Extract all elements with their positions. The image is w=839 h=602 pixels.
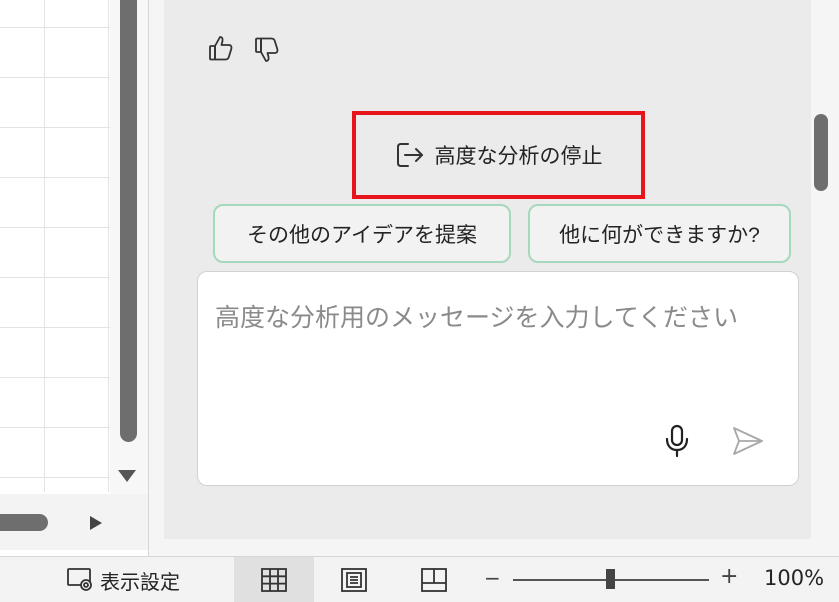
zoom-in-button[interactable]: + [720, 564, 738, 589]
grid-column-line [108, 0, 109, 492]
grid-row-line [0, 327, 110, 328]
microphone-button[interactable] [662, 423, 692, 459]
grid-row-line [0, 377, 110, 378]
zoom-slider-thumb[interactable] [606, 569, 615, 589]
page-layout-icon [341, 567, 367, 592]
scroll-right-arrow-icon[interactable] [90, 516, 102, 530]
grid-row-line [0, 77, 110, 78]
grid-row-line [0, 277, 110, 278]
vertical-scrollbar-thumb[interactable] [120, 0, 137, 442]
page-layout-view-button[interactable] [314, 557, 394, 602]
spreadsheet-grid[interactable] [0, 0, 110, 492]
message-input[interactable] [215, 298, 780, 408]
copilot-pane-scrollbar[interactable] [814, 114, 828, 191]
page-break-view-button[interactable] [394, 557, 474, 602]
stop-button-label: 高度な分析の停止 [434, 145, 603, 168]
normal-view-button[interactable] [234, 557, 314, 602]
page-break-icon [421, 567, 447, 592]
thumbs-up-icon [209, 36, 233, 61]
zoom-level[interactable]: 100% [764, 566, 824, 590]
horizontal-scrollbar-thumb[interactable] [0, 514, 48, 531]
status-bar: 表示設定 − + 100% [0, 556, 839, 602]
display-settings-icon [67, 568, 92, 591]
suggestion-chip-more-ideas[interactable]: その他のアイデアを提案 [213, 204, 511, 263]
zoom-out-button[interactable]: − [484, 566, 501, 590]
suggestion-chip-what-else[interactable]: 他に何ができますか? [528, 204, 791, 263]
thumbs-up-button[interactable] [206, 33, 236, 63]
thumbs-down-icon [255, 37, 279, 62]
scroll-down-arrow-icon[interactable] [118, 470, 136, 482]
grid-row-line [0, 27, 110, 28]
microphone-icon [665, 424, 689, 458]
display-settings-label: 表示設定 [100, 569, 180, 594]
stop-advanced-analysis-button[interactable]: 高度な分析の停止 [352, 111, 645, 199]
message-input-box[interactable] [197, 271, 799, 486]
grid-row-line [0, 227, 110, 228]
grid-column-line [44, 0, 45, 492]
thumbs-down-button[interactable] [252, 35, 282, 65]
grid-row-line [0, 477, 110, 478]
send-icon [733, 427, 763, 455]
grid-row-line [0, 427, 110, 428]
grid-row-line [0, 177, 110, 178]
grid-row-line [0, 127, 110, 128]
exit-icon [396, 143, 423, 167]
grid-icon [261, 567, 287, 592]
display-settings-button[interactable]: 表示設定 [66, 566, 180, 594]
send-button[interactable] [730, 423, 766, 459]
